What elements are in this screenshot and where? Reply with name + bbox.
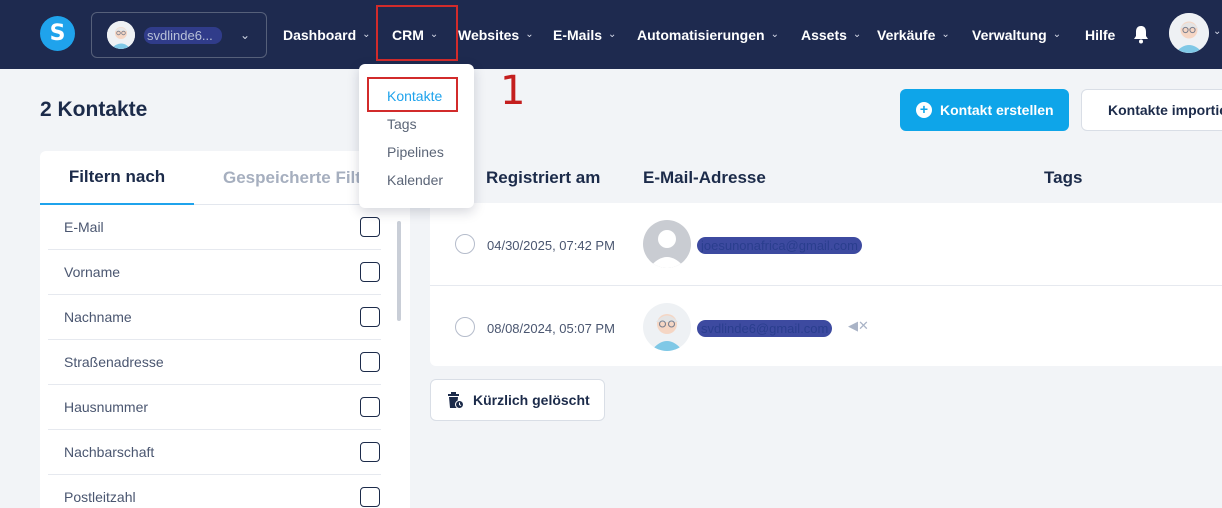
column-registered[interactable]: Registriert am — [486, 168, 600, 188]
chevron-down-icon: ⌄ — [941, 29, 950, 40]
row-email[interactable]: joesunonafrica@gmail.com — [697, 237, 862, 254]
default-avatar-icon — [643, 220, 691, 268]
create-contact-button[interactable]: + Kontakt erstellen — [900, 89, 1069, 131]
filter-checkbox[interactable] — [360, 262, 380, 282]
row-select-radio[interactable] — [455, 317, 475, 337]
logo-letter: S — [49, 21, 66, 46]
filter-label: Postleitzahl — [64, 489, 136, 505]
table-row[interactable]: 08/08/2024, 05:07 PM svdlinde6@gmail.com… — [430, 285, 1222, 367]
nav-label: Hilfe — [1085, 26, 1116, 43]
row-select-radio[interactable] — [455, 234, 475, 254]
user-avatar[interactable] — [1169, 13, 1209, 53]
chevron-down-icon: ⌄ — [525, 29, 534, 40]
table-row[interactable]: 04/30/2025, 07:42 PM joesunonafrica@gmai… — [430, 203, 1222, 285]
filter-field-vorname: Vorname — [48, 250, 381, 295]
filter-label: Straßenadresse — [64, 354, 164, 370]
chevron-down-icon: ⌄ — [239, 28, 250, 42]
filter-field-nachname: Nachname — [48, 295, 381, 340]
trash-clock-icon — [447, 391, 464, 409]
filter-field-postleitzahl: Postleitzahl — [48, 475, 381, 508]
column-email[interactable]: E-Mail-Adresse — [643, 168, 766, 188]
logo[interactable]: S — [40, 16, 75, 51]
nav-label: Assets — [801, 26, 847, 43]
chevron-down-icon: ⌄ — [608, 29, 617, 40]
row-date: 08/08/2024, 05:07 PM — [487, 321, 615, 336]
recently-deleted-button[interactable]: Kürzlich gelöscht — [430, 379, 605, 421]
tab-filter-by[interactable]: Filtern nach — [40, 151, 194, 205]
filter-field-hausnummer: Hausnummer — [48, 385, 381, 430]
nav-label: Verwaltung — [972, 26, 1047, 43]
filter-field-strassenadresse: Straßenadresse — [48, 340, 381, 385]
site-name: svdlinde6... — [144, 26, 222, 44]
table-header: Registriert am E-Mail-Adresse Tags — [430, 151, 1222, 203]
menu-item-pipelines[interactable]: Pipelines — [387, 144, 444, 160]
plus-icon: + — [916, 102, 932, 118]
nav-label: Verkäufe — [877, 26, 936, 43]
bell-icon[interactable] — [1131, 24, 1151, 44]
nav-label: E-Mails — [553, 26, 603, 43]
nav-hilfe[interactable]: Hilfe — [1085, 0, 1115, 69]
filter-tabs: Filtern nach Gespeicherte Filter — [40, 151, 410, 205]
filter-label: Nachname — [64, 309, 132, 325]
page-title: 2 Kontakte — [40, 98, 148, 121]
filter-field-email: E-Mail — [48, 205, 381, 250]
filter-label: Nachbarschaft — [64, 444, 155, 460]
tab-saved-filters[interactable]: Gespeicherte Filter — [223, 151, 377, 205]
recently-deleted-label: Kürzlich gelöscht — [473, 392, 590, 408]
filter-checkbox[interactable] — [360, 397, 380, 417]
filter-scrollbar[interactable] — [397, 221, 401, 321]
contacts-table: 04/30/2025, 07:42 PM joesunonafrica@gmai… — [430, 203, 1222, 366]
filter-checkbox[interactable] — [360, 487, 380, 507]
filter-panel: Filtern nach Gespeicherte Filter E-Mail … — [40, 151, 410, 508]
chevron-down-icon[interactable]: ⌄ — [1213, 26, 1221, 37]
filter-checkbox[interactable] — [360, 442, 380, 462]
filter-label: E-Mail — [64, 219, 104, 235]
nav-websites[interactable]: Websites ⌄ — [458, 0, 534, 69]
menu-item-kalender[interactable]: Kalender — [387, 172, 443, 188]
kontakte-highlight-box — [367, 77, 458, 112]
crm-highlight-box — [376, 5, 458, 61]
unsubscribed-speaker-icon: ◀✕ — [848, 318, 869, 333]
column-tags: Tags — [1044, 168, 1083, 187]
user-avatar — [643, 303, 691, 351]
nav-automatisierungen[interactable]: Automatisierungen ⌄ — [637, 0, 779, 69]
filter-label: Hausnummer — [64, 399, 149, 415]
site-avatar — [107, 21, 135, 49]
nav-label: Automatisierungen — [637, 26, 765, 43]
import-contacts-button[interactable]: Kontakte importieren — [1081, 89, 1222, 131]
filter-checkbox[interactable] — [360, 217, 380, 237]
nav-emails[interactable]: E-Mails ⌄ — [553, 0, 616, 69]
nav-label: Dashboard — [283, 26, 357, 43]
nav-label: Websites — [458, 26, 520, 43]
row-date: 04/30/2025, 07:42 PM — [487, 238, 615, 253]
chevron-down-icon: ⌄ — [852, 29, 862, 40]
create-contact-label: Kontakt erstellen — [940, 102, 1054, 118]
filter-label: Vorname — [64, 264, 121, 280]
row-email[interactable]: svdlinde6@gmail.com — [697, 320, 833, 337]
import-contacts-label: Kontakte importieren — [1108, 102, 1222, 118]
filter-checkbox[interactable] — [360, 307, 380, 327]
nav-assets[interactable]: Assets ⌄ — [801, 0, 861, 69]
menu-item-tags[interactable]: Tags — [387, 116, 417, 132]
nav-verkaeufe[interactable]: Verkäufe ⌄ — [877, 0, 950, 69]
filter-checkbox[interactable] — [360, 352, 380, 372]
nav-verwaltung[interactable]: Verwaltung ⌄ — [972, 0, 1061, 69]
step-annotation: 1 — [500, 68, 526, 114]
chevron-down-icon: ⌄ — [770, 29, 779, 40]
nav-dashboard[interactable]: Dashboard ⌄ — [283, 0, 371, 69]
filter-field-nachbarschaft: Nachbarschaft — [48, 430, 381, 475]
chevron-down-icon: ⌄ — [362, 29, 371, 40]
chevron-down-icon: ⌄ — [1052, 29, 1062, 40]
site-selector[interactable]: svdlinde6... ⌄ — [91, 12, 267, 58]
top-navigation-bar: S svdlinde6... ⌄ Dashboard ⌄ CRM ⌄ Website… — [0, 0, 1222, 69]
